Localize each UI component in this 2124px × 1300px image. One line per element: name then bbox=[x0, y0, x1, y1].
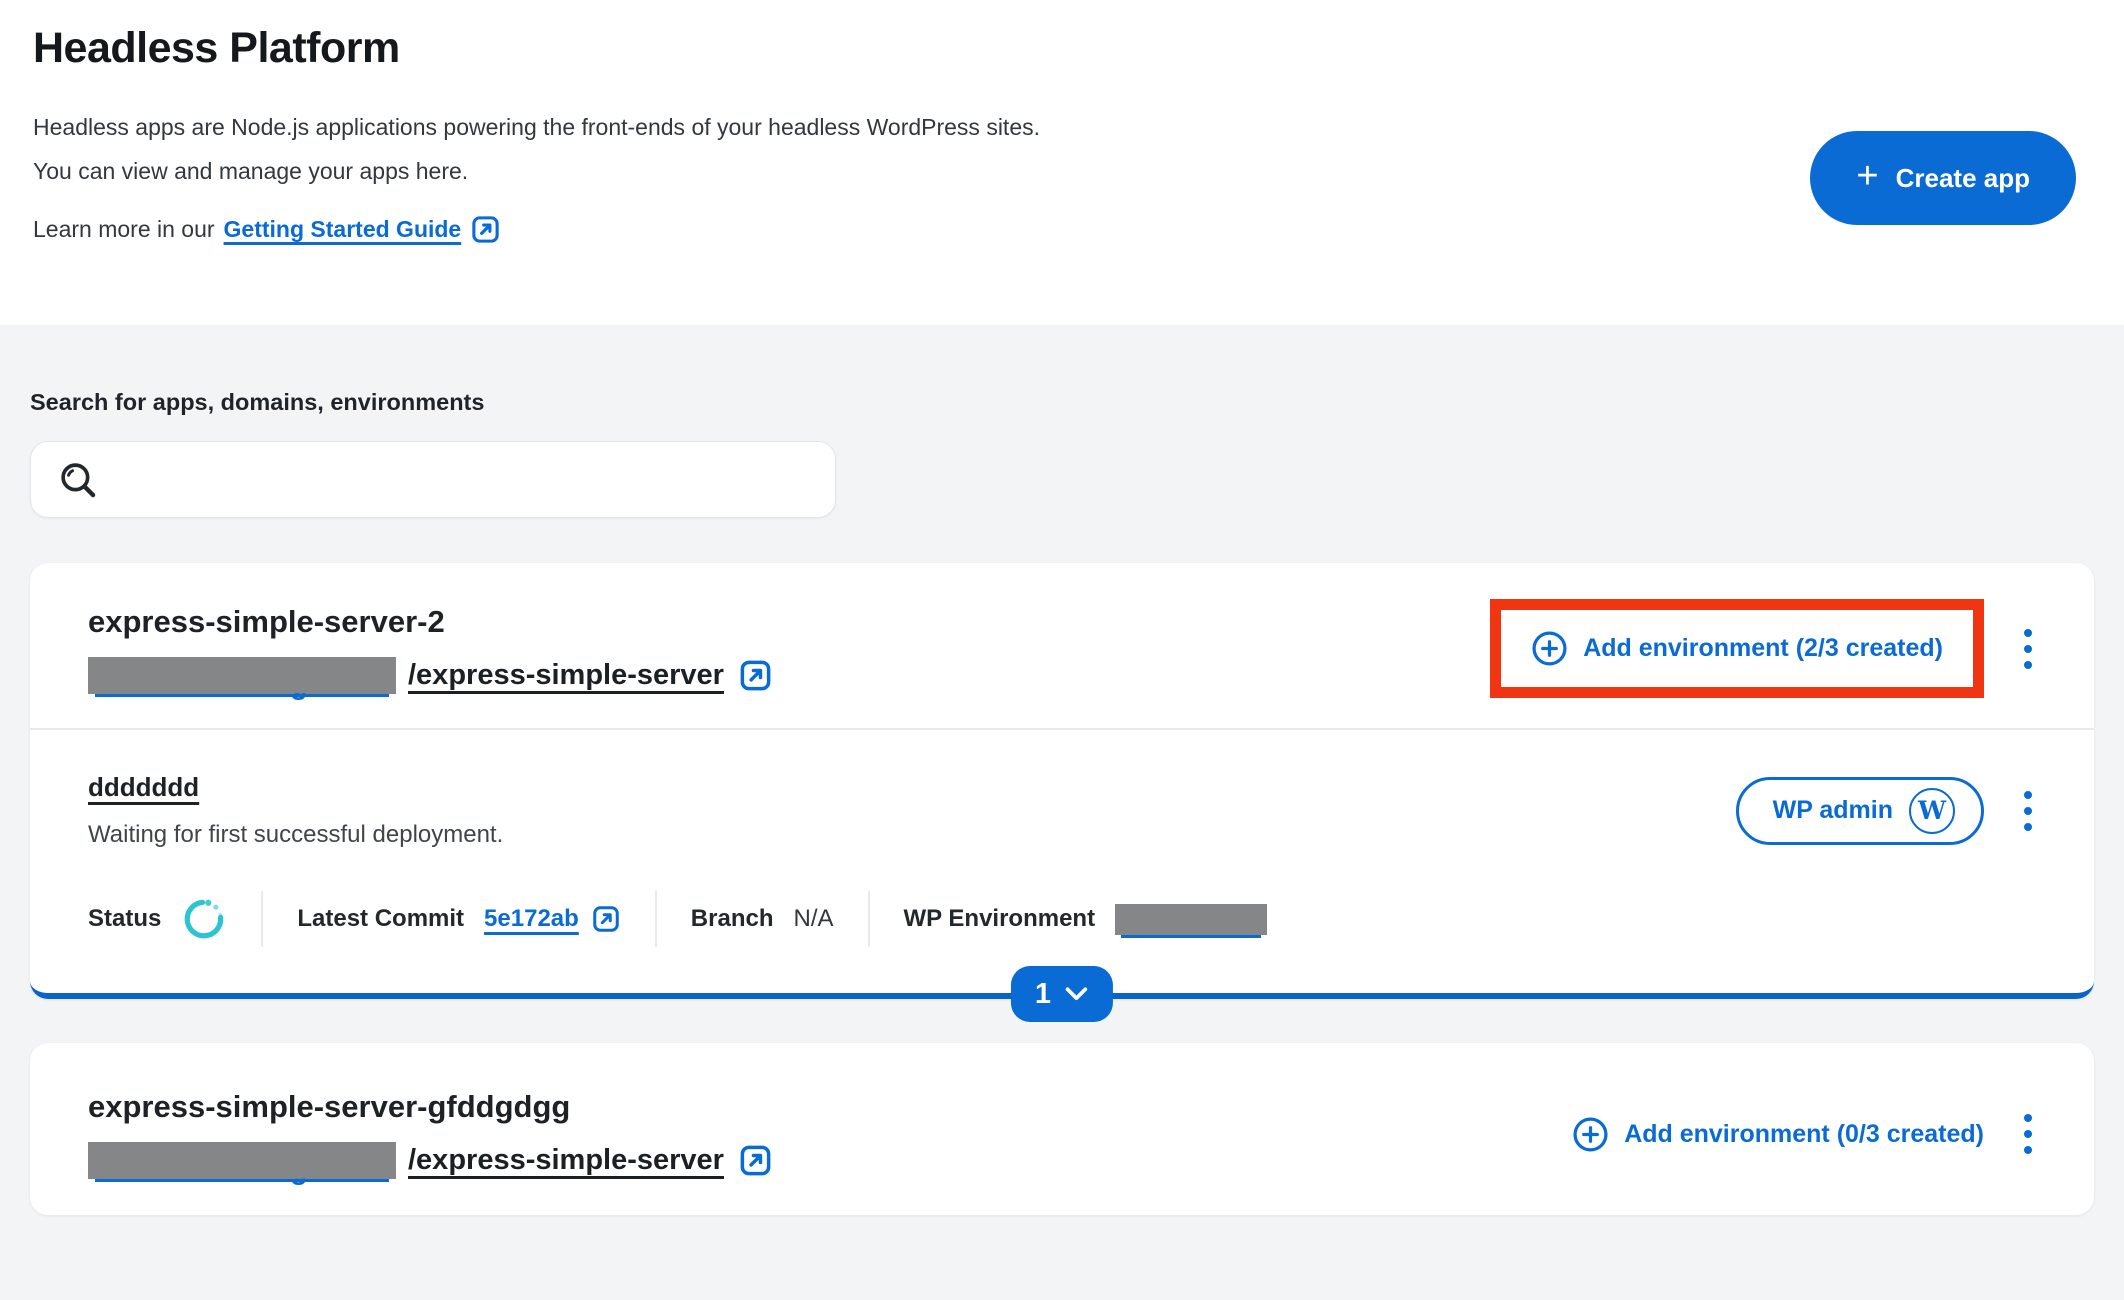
app-card-express-simple-server-gfddgdgg: express-simple-server-gfddgdgg g/express… bbox=[30, 1043, 2094, 1215]
wp-environment-label: WP Environment bbox=[904, 905, 1096, 933]
page-title: Headless Platform bbox=[33, 24, 2076, 73]
environment-count: 1 bbox=[1035, 978, 1051, 1011]
search-box[interactable] bbox=[30, 441, 836, 518]
latest-commit-field: Latest Commit 5e172ab bbox=[263, 904, 654, 934]
branch-value: N/A bbox=[793, 905, 833, 933]
add-environment-link[interactable]: Add environment (2/3 created) bbox=[1531, 630, 1943, 667]
environment-status-row: Status Latest Commit 5e172ab bbox=[88, 891, 2044, 947]
repo-path-label: /express-simple-server bbox=[408, 1144, 724, 1177]
status-label: Status bbox=[88, 905, 161, 933]
repo-link[interactable]: g/express-simple-server bbox=[88, 657, 773, 694]
learn-more-text: Learn more in our bbox=[33, 216, 215, 243]
redacted-wp-environment-link[interactable] bbox=[1115, 904, 1267, 935]
environment-section: ddddddd Waiting for first successful dep… bbox=[30, 730, 2094, 993]
redacted-repo-prefix: g bbox=[88, 657, 396, 694]
wp-admin-button[interactable]: WP admin W bbox=[1736, 777, 1984, 845]
create-app-button[interactable]: + Create app bbox=[1810, 131, 2076, 225]
plus-icon: + bbox=[1856, 157, 1878, 195]
branch-label: Branch bbox=[691, 905, 774, 933]
commit-link[interactable]: 5e172ab bbox=[484, 904, 621, 934]
external-link-icon bbox=[591, 904, 621, 934]
page-header: Headless Platform Headless apps are Node… bbox=[0, 0, 2124, 325]
external-link-icon bbox=[470, 214, 501, 245]
chevron-down-icon bbox=[1064, 986, 1089, 1003]
environment-header: ddddddd Waiting for first successful dep… bbox=[88, 772, 2044, 849]
external-link-icon bbox=[738, 1143, 773, 1178]
wp-admin-label: WP admin bbox=[1773, 796, 1893, 825]
create-app-label: Create app bbox=[1896, 163, 2030, 194]
search-input[interactable] bbox=[115, 442, 809, 517]
redacted-repo-prefix: g bbox=[88, 1142, 396, 1179]
branch-field: Branch N/A bbox=[657, 905, 868, 933]
environment-actions: WP admin W bbox=[1736, 777, 2044, 845]
app-kebab-menu-icon[interactable] bbox=[2012, 619, 2044, 679]
plus-circle-icon bbox=[1572, 1116, 1609, 1153]
search-label: Search for apps, domains, environments bbox=[30, 389, 2094, 416]
environment-name-link[interactable]: ddddddd bbox=[88, 772, 199, 802]
wordpress-w-glyph: W bbox=[1918, 798, 1946, 823]
learn-more-row: Learn more in our Getting Started Guide bbox=[33, 214, 2076, 245]
redaction-peek-glyph: g bbox=[290, 1156, 308, 1185]
repo-link[interactable]: g/express-simple-server bbox=[88, 1142, 773, 1179]
app-name: express-simple-server-2 bbox=[88, 604, 773, 640]
status-field: Status bbox=[88, 896, 261, 942]
redaction-peek-glyph: g bbox=[290, 671, 308, 700]
add-environment-link[interactable]: Add environment (0/3 created) bbox=[1572, 1116, 1984, 1153]
repo-path-label: /express-simple-server bbox=[408, 659, 724, 692]
getting-started-guide-link[interactable]: Getting Started Guide bbox=[224, 214, 502, 245]
external-link-icon bbox=[738, 658, 773, 693]
apps-section: Search for apps, domains, environments e… bbox=[0, 389, 2124, 1215]
app-card-express-simple-server-2: express-simple-server-2 g/express-simple… bbox=[30, 563, 2094, 999]
wp-environment-field: WP Environment bbox=[870, 904, 1302, 935]
app-actions: Add environment (0/3 created) bbox=[1572, 1104, 2044, 1164]
environment-kebab-menu-icon[interactable] bbox=[2012, 781, 2044, 841]
description-line-1: Headless apps are Node.js applications p… bbox=[33, 114, 1040, 140]
app-name: express-simple-server-gfddgdgg bbox=[88, 1089, 773, 1125]
loading-spinner-icon bbox=[181, 896, 227, 942]
app-identity: express-simple-server-2 g/express-simple… bbox=[88, 604, 773, 694]
red-highlight-annotation: Add environment (2/3 created) bbox=[1490, 599, 1984, 698]
environment-count-badge[interactable]: 1 bbox=[1011, 966, 1113, 1022]
search-icon bbox=[57, 459, 99, 501]
wordpress-icon: W bbox=[1909, 788, 1955, 834]
app-kebab-menu-icon[interactable] bbox=[2012, 1104, 2044, 1164]
add-environment-label: Add environment (0/3 created) bbox=[1624, 1120, 1984, 1149]
page-description: Headless apps are Node.js applications p… bbox=[33, 105, 2076, 193]
environment-status-message: Waiting for first successful deployment. bbox=[88, 821, 503, 849]
getting-started-guide-label: Getting Started Guide bbox=[224, 216, 462, 243]
description-line-2: You can view and manage your apps here. bbox=[33, 158, 468, 184]
add-environment-label: Add environment (2/3 created) bbox=[1583, 634, 1943, 663]
plus-circle-icon bbox=[1531, 630, 1568, 667]
commit-hash: 5e172ab bbox=[484, 905, 579, 933]
app-actions: Add environment (2/3 created) bbox=[1490, 599, 2044, 698]
app-identity: express-simple-server-gfddgdgg g/express… bbox=[88, 1089, 773, 1179]
environment-identity: ddddddd Waiting for first successful dep… bbox=[88, 772, 503, 849]
app-card-header: express-simple-server-gfddgdgg g/express… bbox=[30, 1043, 2094, 1215]
headless-platform-page: { "header": { "title": "Headless Platfor… bbox=[0, 0, 2124, 1300]
latest-commit-label: Latest Commit bbox=[297, 905, 464, 933]
app-card-header: express-simple-server-2 g/express-simple… bbox=[30, 563, 2094, 728]
